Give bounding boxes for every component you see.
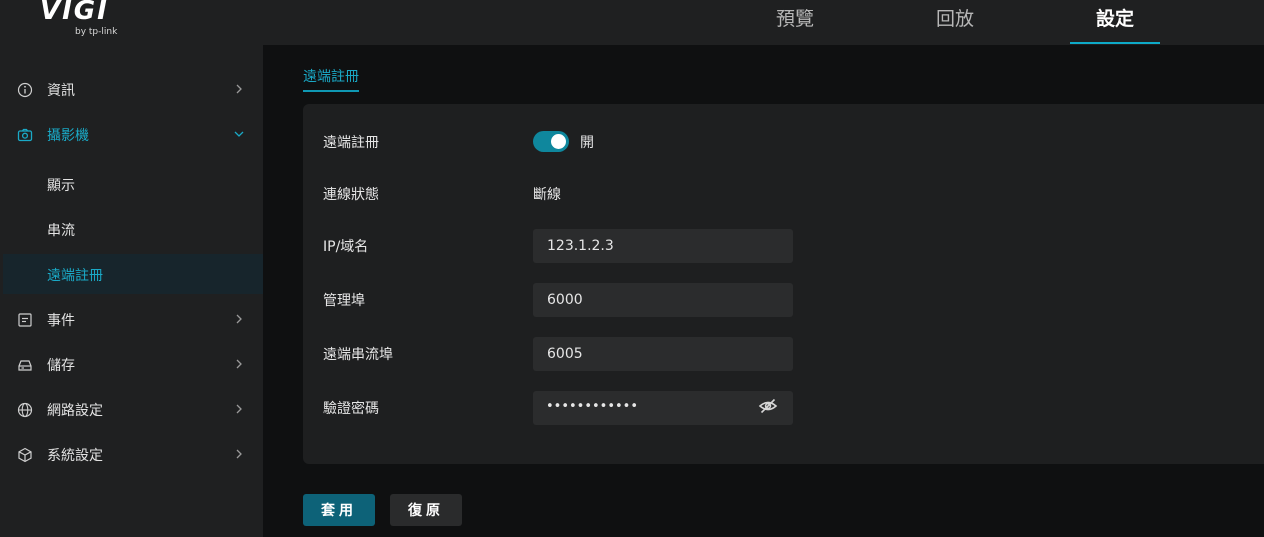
toggle-knob <box>551 134 566 149</box>
apply-button[interactable]: 套用 <box>303 494 375 526</box>
remote-stream-port-input[interactable] <box>533 337 793 371</box>
remote-registration-toggle[interactable] <box>533 131 569 152</box>
remote-registration-label: 遠端註冊 <box>323 135 379 151</box>
sidebar-item-system[interactable]: 系統設定 <box>3 434 263 474</box>
storage-icon <box>18 360 32 371</box>
chevron-right-icon <box>236 404 242 414</box>
password-mask: •••••••••••• <box>546 399 639 414</box>
toggle-state-text: 開 <box>580 135 594 151</box>
chevron-right-icon <box>236 359 242 369</box>
sidebar-subitem-label: 串流 <box>47 223 75 239</box>
camera-icon <box>17 128 33 142</box>
logo-subtext: by tp-link <box>75 27 118 37</box>
management-port-label: 管理埠 <box>323 293 365 309</box>
globe-icon <box>17 402 33 418</box>
sidebar-item-event[interactable]: 事件 <box>3 299 263 339</box>
chevron-right-icon <box>236 449 242 459</box>
ip-domain-label: IP/域名 <box>323 239 369 255</box>
tab-remote-registration[interactable]: 遠端註冊 <box>303 66 359 92</box>
top-bar: VIGI by tp-link 預覽 回放 設定 <box>0 0 1264 45</box>
nav-tab-playback[interactable]: 回放 <box>910 0 1000 45</box>
nav-tab-settings[interactable]: 設定 <box>1070 0 1160 45</box>
ip-domain-input[interactable] <box>533 229 793 263</box>
sidebar-subitem-stream[interactable]: 串流 <box>3 209 263 249</box>
sidebar: 資訊 攝影機 顯示 串流 遠端註冊 事件 儲存 網路設定 系統設定 <box>0 45 263 537</box>
sidebar-item-storage[interactable]: 儲存 <box>3 344 263 384</box>
sidebar-item-label: 系統設定 <box>47 448 103 464</box>
sidebar-item-info[interactable]: 資訊 <box>3 69 263 109</box>
sidebar-item-label: 資訊 <box>47 83 75 99</box>
management-port-input[interactable] <box>533 283 793 317</box>
sidebar-subitem-display[interactable]: 顯示 <box>3 164 263 204</box>
event-icon <box>18 313 32 327</box>
vigi-logo[interactable]: VIGI by tp-link <box>40 0 130 40</box>
verification-password-label: 驗證密碼 <box>323 401 379 417</box>
chevron-right-icon <box>236 84 242 94</box>
cube-icon <box>18 447 32 463</box>
sidebar-subitem-remote-registration[interactable]: 遠端註冊 <box>3 254 263 294</box>
connection-status-value: 斷線 <box>533 187 561 203</box>
remote-stream-port-label: 遠端串流埠 <box>323 347 393 363</box>
sidebar-subitem-label: 顯示 <box>47 178 75 194</box>
sidebar-item-label: 儲存 <box>47 358 75 374</box>
logo-text: VIGI <box>40 0 109 26</box>
reset-button[interactable]: 復原 <box>390 494 462 526</box>
sidebar-item-camera[interactable]: 攝影機 <box>3 114 263 154</box>
sidebar-subitem-label: 遠端註冊 <box>47 268 103 284</box>
chevron-down-icon <box>234 131 244 137</box>
connection-status-label: 連線狀態 <box>323 187 379 203</box>
info-icon <box>17 82 33 98</box>
sidebar-item-network[interactable]: 網路設定 <box>3 389 263 429</box>
sidebar-item-label: 攝影機 <box>47 128 89 144</box>
chevron-right-icon <box>236 314 242 324</box>
sidebar-item-label: 網路設定 <box>47 403 103 419</box>
eye-hidden-icon[interactable] <box>758 398 778 414</box>
sidebar-item-label: 事件 <box>47 313 75 329</box>
nav-tab-preview[interactable]: 預覽 <box>750 0 840 45</box>
